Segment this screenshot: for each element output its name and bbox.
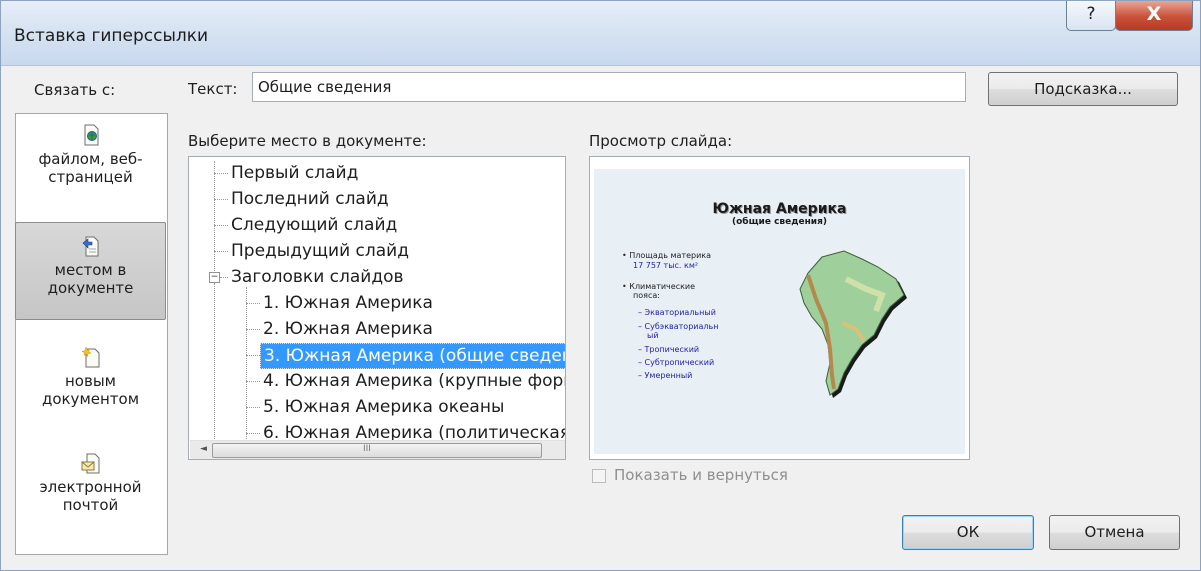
link-to-place-in-document[interactable]: местом в документе [15,222,166,320]
cancel-label: Отмена [1084,523,1145,541]
email-address-icon [81,453,99,474]
title-bar: Вставка гиперссылки ? X [1,1,1200,66]
tree-item-slide-titles[interactable]: Заголовки слайдов [231,265,404,289]
tree-connector [246,303,260,304]
ok-button[interactable]: ОК [902,515,1034,550]
slide-bullet: • Площадь материка [622,251,712,260]
tree-connector [246,433,260,434]
link-to-existing-file[interactable]: файлом, веб- страницей [16,124,165,186]
slide-preview-label: Просмотр слайда: [589,132,733,150]
slide-sub-bullet: – Умеренный [638,371,693,380]
tree-item-previous-slide[interactable]: Предыдущий слайд [231,239,409,263]
link-item-label-line2: документом [41,390,140,408]
link-item-label-line2: страницей [48,168,133,186]
place-label: Выберите место в документе: [188,132,427,150]
slide-title: Южная Америка [712,201,847,217]
scroll-left-icon[interactable]: ◄ [200,444,207,454]
tree-item-slide-4[interactable]: 4. Южная Америка (крупные формы рельефа) [263,369,565,393]
tree-connector [214,173,228,174]
slide-bullet: • Климатические [622,282,696,291]
tree-item-last-slide[interactable]: Последний слайд [231,187,389,211]
help-icon: ? [1086,4,1096,24]
show-and-return-label: Показать и вернуться [614,466,788,484]
slide-bullet: пояса: [633,291,660,300]
slide-sub-bullet: – Субтропический [638,358,715,367]
tree-connector [246,355,260,356]
tree-connector [246,381,260,382]
close-button[interactable]: X [1115,1,1193,31]
horizontal-scroll-thumb[interactable]: III [212,443,542,458]
screen-tip-label: Подсказка... [1034,80,1132,98]
tree-connector [246,287,247,439]
tree-item-slide-3-selected[interactable]: 3. Южная Америка (общие сведения) [260,343,565,369]
slide-sub-bullet: – Экваториальный [638,308,716,317]
tree-connector [214,225,228,226]
insert-hyperlink-dialog: Вставка гиперссылки ? X Связать с: файло… [0,0,1201,571]
display-text-input[interactable] [252,72,966,102]
tree-connector [246,329,260,330]
link-item-label-line1: местом в [54,261,127,279]
tree-item-next-slide[interactable]: Следующий слайд [231,213,397,237]
new-document-icon [80,346,99,368]
window-title: Вставка гиперссылки [14,26,209,46]
file-web-page-icon [84,124,98,146]
tree-item-first-slide[interactable]: Первый слайд [231,161,358,185]
slide-preview: Южная Америка (общие сведения) • Площадь… [589,156,970,460]
slide-sub-bullet: ый [647,331,659,340]
close-icon: X [1146,3,1162,25]
slide-subtitle: (общие сведения) [732,217,827,227]
tree-item-slide-5[interactable]: 5. Южная Америка океаны [263,395,504,419]
place-in-document-icon [82,236,98,257]
screen-tip-button[interactable]: Подсказка... [988,72,1178,106]
tree-connector [214,199,228,200]
collapse-toggle[interactable]: − [209,272,220,283]
link-to-email[interactable]: электронной почтой [16,452,165,514]
place-in-document-tree[interactable]: − Первый слайд Последний слайд Следующий… [188,156,566,460]
link-to-label: Связать с: [34,81,116,99]
tree-connector [246,407,260,408]
help-button[interactable]: ? [1066,1,1116,31]
cancel-button[interactable]: Отмена [1049,515,1180,550]
link-to-bar: файлом, веб- страницей местом в документ… [15,113,168,555]
link-item-label-line1: новым [65,372,116,390]
slide-bullet-value: 17 757 тыс. км² [633,261,699,270]
tree-connector [214,283,215,443]
grip-icon: III [363,444,371,454]
slide-sub-bullet: – Субэкваториальн [638,322,719,331]
link-item-label-line1: электронной [39,478,142,496]
link-item-label-line2: документе [47,279,134,297]
show-and-return-checkbox[interactable] [592,469,606,483]
tree-item-slide-2[interactable]: 2. Южная Америка [263,317,433,341]
slide-thumbnail: Южная Америка (общие сведения) • Площадь… [594,169,965,454]
ok-label: ОК [956,523,980,541]
tree-item-slide-1[interactable]: 1. Южная Америка [263,291,433,315]
tree-connector [220,277,228,278]
slide-sub-bullet: – Тропический [638,345,700,354]
link-item-label-line2: почтой [62,496,119,514]
text-label: Текст: [188,80,238,98]
tree-horizontal-scrollbar[interactable]: ◄ III ► [190,440,565,459]
tree-connector [214,251,228,252]
link-to-new-document[interactable]: новым документом [16,346,165,408]
link-item-label-line1: файлом, веб- [38,150,143,168]
south-america-map-image [799,250,907,398]
